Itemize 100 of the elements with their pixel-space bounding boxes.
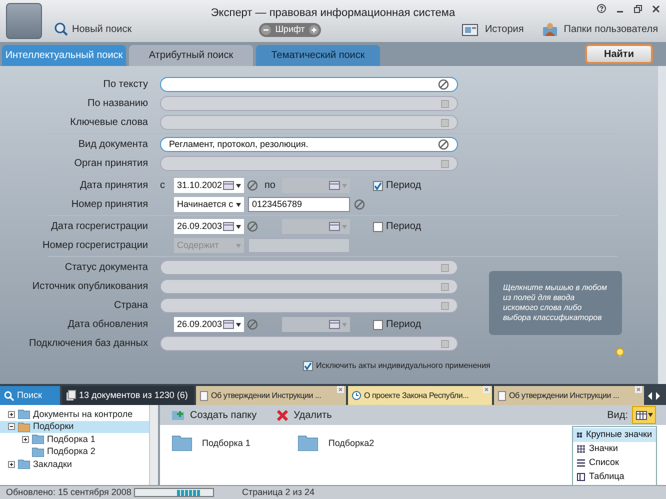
tree-item[interactable]: Документы на контроле (33, 408, 133, 421)
new-search-link[interactable]: Новый поиск (72, 22, 132, 36)
calendar-icon[interactable] (329, 320, 340, 329)
tree-item[interactable]: Подборка 2 (47, 445, 96, 458)
list-icon (577, 459, 585, 467)
restore-icon[interactable] (634, 4, 642, 12)
search-tab[interactable]: Атрибутный поиск (129, 45, 253, 66)
scrollbar[interactable] (658, 66, 666, 384)
clear-icon[interactable] (247, 319, 258, 330)
date-field[interactable]: 26.09.2003 (174, 317, 244, 332)
tree-item[interactable]: Закладки (33, 458, 72, 471)
grid-icon (577, 445, 585, 453)
list-icon[interactable] (441, 282, 449, 290)
date-field[interactable] (282, 317, 350, 332)
checkbox[interactable] (373, 180, 383, 190)
checkbox[interactable] (373, 320, 383, 330)
history-link[interactable]: История (484, 22, 524, 36)
input-field[interactable] (160, 156, 458, 171)
checkbox-label: Период (386, 220, 422, 234)
clear-icon[interactable] (438, 79, 449, 90)
caret-icon[interactable] (236, 202, 241, 206)
list-icon[interactable] (441, 340, 449, 348)
list-icon[interactable] (441, 302, 449, 310)
checkbox[interactable] (373, 222, 383, 232)
field-label: Номер принятия (71, 198, 148, 212)
folder-icon (172, 435, 192, 451)
input-field[interactable] (160, 336, 458, 351)
date-field[interactable]: 31.10.2002 (174, 178, 244, 193)
large-icons-icon (577, 431, 582, 439)
match-mode-dropdown[interactable]: Начинается с (174, 197, 244, 212)
input-field[interactable]: Регламент, протокол, резолюция. (160, 137, 458, 152)
document-tab[interactable]: О проекте Закона Республи... (348, 386, 492, 405)
check-icon (304, 362, 312, 370)
input-field[interactable]: 0123456789 (248, 197, 350, 212)
collapse-icon[interactable] (8, 423, 15, 430)
folder-name[interactable]: Подборка2 (328, 437, 374, 450)
search-tab[interactable]: Тематический поиск (256, 45, 380, 66)
checkbox-label: Исключить акты индивидуального применения (316, 360, 490, 372)
expand-icon[interactable] (8, 410, 15, 418)
document-tab[interactable]: Поиск (0, 386, 60, 405)
input-field[interactable] (160, 298, 458, 313)
user-folders-link[interactable]: Папки пользователя (564, 22, 658, 36)
view-dropdown[interactable] (632, 406, 656, 424)
date-field[interactable] (282, 178, 350, 193)
create-folder-button[interactable]: Создать папку (190, 408, 257, 422)
menu-item[interactable]: Таблица (573, 470, 656, 484)
scrollbar[interactable] (149, 405, 158, 485)
menu-item[interactable]: Крупные значки (573, 428, 656, 442)
field-label: Подключения баз данных (29, 337, 148, 351)
list-icon[interactable] (441, 264, 449, 272)
folder-name[interactable]: Подборка 1 (202, 437, 250, 450)
caret-icon (648, 413, 652, 417)
delete-button[interactable]: Удалить (294, 408, 332, 422)
input-field[interactable] (248, 238, 350, 253)
list-icon[interactable] (441, 160, 449, 168)
document-tab[interactable]: Об утверждении Инструкции ... (494, 386, 644, 405)
font-size-control[interactable]: Шрифт (259, 23, 321, 37)
minus-icon[interactable] (261, 25, 271, 35)
input-field[interactable] (160, 77, 458, 92)
caret-icon[interactable] (236, 322, 241, 326)
window-stack-icon[interactable] (462, 22, 479, 36)
expand-icon[interactable] (22, 436, 29, 443)
checkbox[interactable] (303, 361, 313, 371)
input-field[interactable] (160, 115, 458, 130)
menu-item[interactable]: Значки (573, 442, 656, 456)
calendar-icon[interactable] (329, 222, 340, 231)
field-label: Статус документа (64, 261, 148, 275)
find-button[interactable]: Найти (585, 44, 653, 64)
clear-icon[interactable] (354, 199, 365, 210)
input-field[interactable] (160, 96, 458, 111)
document-icon (498, 390, 506, 400)
field-label: По названию (88, 97, 148, 111)
tree-item[interactable]: Подборка 1 (47, 432, 96, 446)
document-tab[interactable]: Об утверждении Инструкции ... (196, 386, 346, 405)
expand-icon[interactable] (8, 460, 15, 468)
input-field[interactable] (160, 279, 458, 294)
field-label: Страна (114, 299, 148, 313)
date-field[interactable]: 26.09.2003 (174, 219, 244, 234)
menu-item[interactable]: Список (573, 456, 656, 470)
checkbox-label: Период (386, 179, 422, 193)
list-icon[interactable] (441, 118, 449, 126)
document-icon (200, 390, 208, 400)
caret-icon[interactable] (236, 184, 241, 188)
caret-icon[interactable] (236, 224, 241, 228)
input-field[interactable] (160, 260, 458, 275)
field-label: Дата принятия (80, 179, 148, 193)
search-icon[interactable] (54, 22, 68, 36)
scroll-arrows-icon[interactable] (648, 392, 660, 400)
clear-icon[interactable] (247, 180, 258, 191)
close-icon[interactable] (652, 4, 660, 12)
calendar-icon[interactable] (329, 181, 340, 190)
window-title: Эксперт — правовая информационная система (210, 6, 456, 21)
list-icon[interactable] (441, 100, 449, 108)
clear-icon[interactable] (247, 221, 258, 232)
help-icon[interactable] (597, 4, 606, 13)
plus-icon[interactable] (309, 25, 319, 35)
date-field[interactable] (282, 219, 350, 234)
document-tab[interactable]: 13 документов из 1230 (6) (62, 386, 194, 405)
clear-icon[interactable] (438, 139, 449, 150)
user-folder-icon[interactable] (542, 21, 558, 37)
